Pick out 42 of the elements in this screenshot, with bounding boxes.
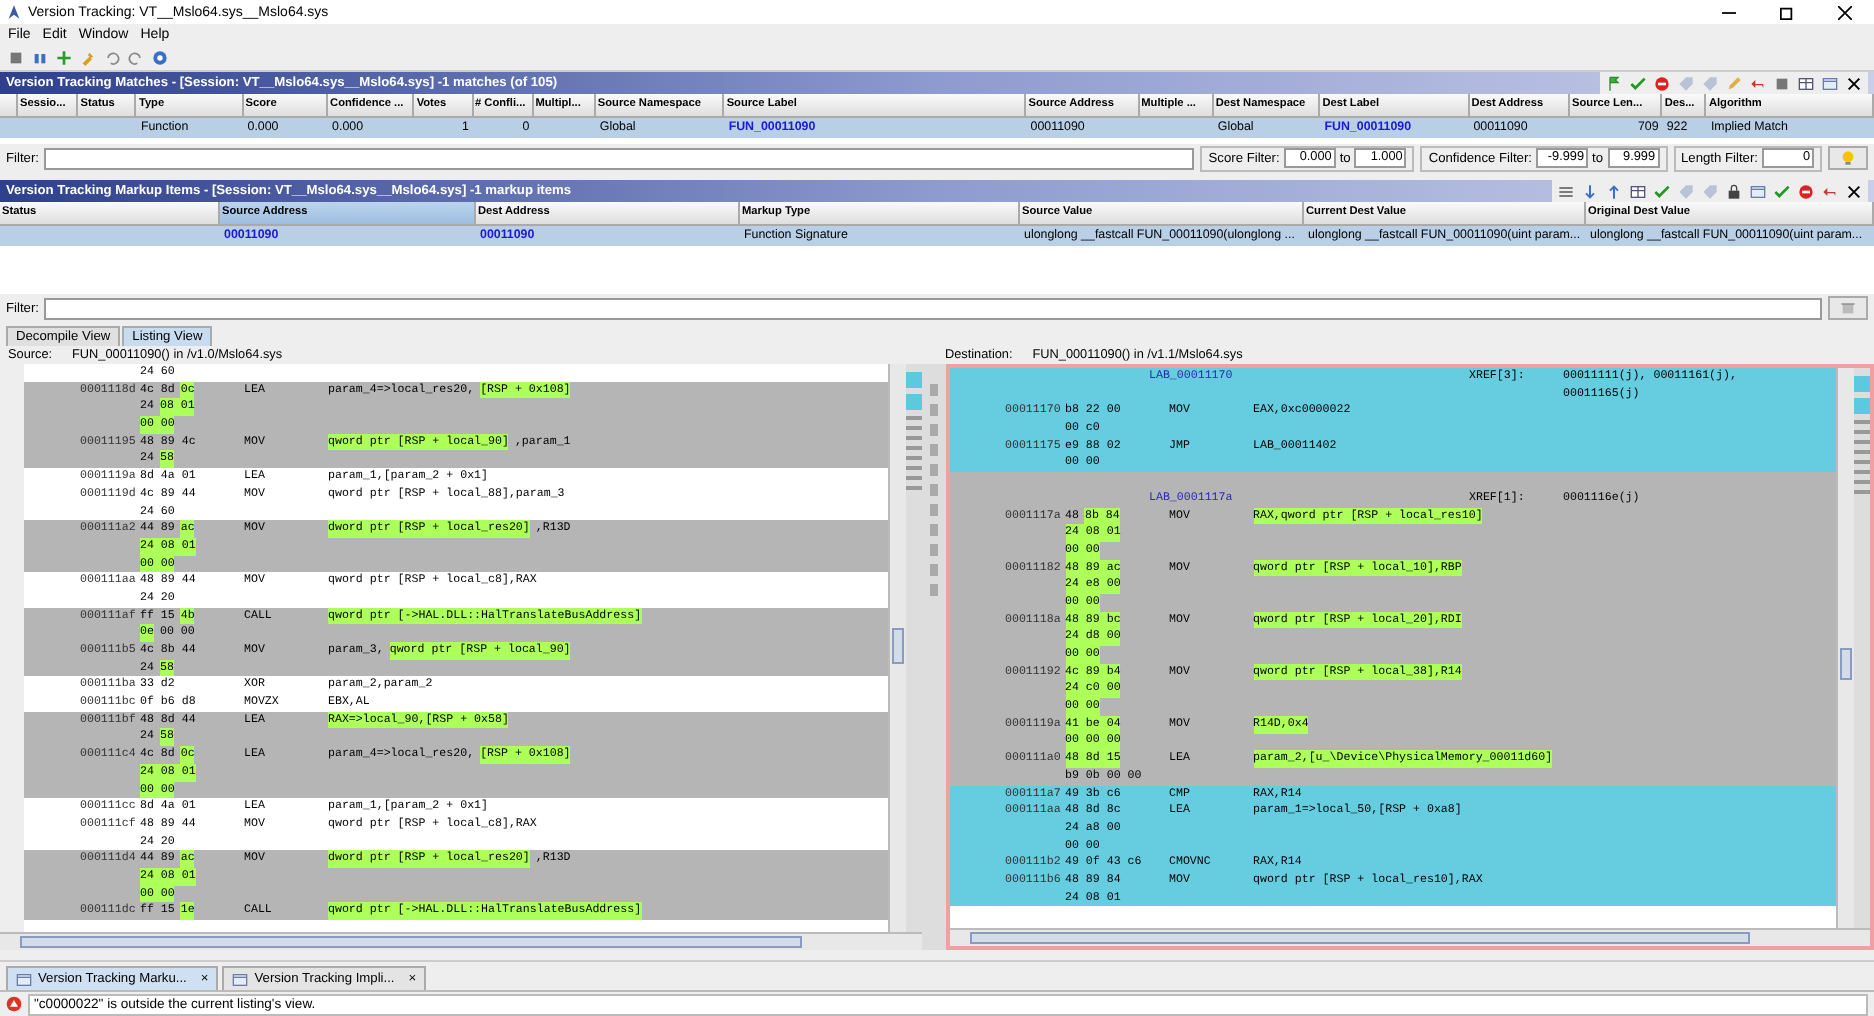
window-icon[interactable] — [1822, 75, 1838, 91]
window-icon[interactable] — [1750, 183, 1766, 199]
window-icon — [232, 971, 249, 987]
check-icon[interactable] — [1654, 183, 1670, 199]
clear-icon[interactable] — [1840, 300, 1856, 316]
table-icon[interactable] — [1630, 183, 1646, 199]
up-arrow-icon[interactable] — [1606, 183, 1622, 199]
columns-icon[interactable] — [32, 49, 48, 65]
app-logo-icon — [6, 4, 22, 20]
horizontal-scrollbar[interactable] — [949, 928, 1870, 946]
scrollbar[interactable] — [1836, 368, 1854, 928]
filter-options-button[interactable] — [1828, 146, 1868, 170]
horizontal-scrollbar[interactable] — [0, 932, 921, 950]
restore-icon[interactable] — [1780, 5, 1794, 19]
table-icon[interactable] — [1798, 75, 1814, 91]
close-icon[interactable] — [1838, 5, 1852, 19]
check-icon[interactable] — [1774, 183, 1790, 199]
error-icon — [6, 996, 22, 1012]
minus-circle-icon[interactable] — [1798, 183, 1814, 199]
back-arrow-icon[interactable] — [1822, 183, 1838, 199]
filter-field[interactable] — [44, 147, 1195, 169]
clear-filter-button[interactable] — [1828, 296, 1868, 320]
window-icon — [16, 971, 32, 987]
list-icon[interactable] — [1558, 183, 1574, 199]
minus-circle-icon[interactable] — [1654, 75, 1670, 91]
redo-icon[interactable] — [128, 49, 144, 65]
wrench-icon[interactable] — [80, 49, 96, 65]
down-arrow-icon[interactable] — [1582, 183, 1598, 199]
back-arrow-icon[interactable] — [1750, 75, 1766, 91]
stop-icon[interactable] — [8, 49, 24, 65]
stop-icon[interactable] — [1774, 75, 1790, 91]
help-icon[interactable] — [152, 49, 168, 65]
plus-icon[interactable] — [56, 49, 72, 65]
close-icon[interactable] — [1846, 183, 1862, 199]
check-icon[interactable] — [1630, 75, 1646, 91]
column-selector[interactable] — [0, 94, 19, 118]
bulb-icon[interactable] — [1840, 150, 1856, 166]
flag-icon[interactable] — [1606, 75, 1622, 91]
undo-icon[interactable] — [104, 49, 120, 65]
lock-icon[interactable] — [1726, 183, 1742, 199]
filter-field[interactable] — [44, 297, 1822, 319]
close-icon[interactable] — [1846, 75, 1862, 91]
